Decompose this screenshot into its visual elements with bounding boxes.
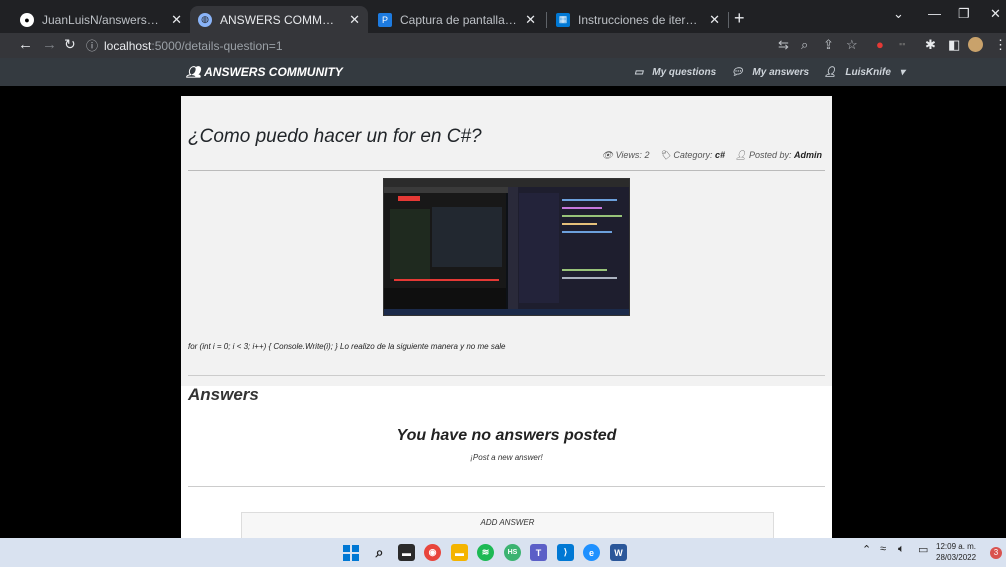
back-icon[interactable]: ←	[18, 36, 33, 53]
battery-icon[interactable]: ▭	[918, 543, 928, 556]
divider	[188, 486, 825, 487]
extensions-puzzle-icon[interactable]: ✱	[925, 37, 936, 53]
screenshot-thumbnail-graphic	[384, 179, 629, 315]
no-answers-title: You have no answers posted	[396, 427, 617, 444]
spotify-icon[interactable]: ≋	[477, 544, 494, 561]
reload-icon[interactable]: ↻	[64, 36, 76, 53]
forward-icon[interactable]: →	[42, 36, 57, 53]
question-attached-image	[383, 178, 630, 316]
add-answer-panel-header: ADD ANSWER	[241, 512, 774, 538]
user-menu[interactable]: 👤︎ LuisKnife ▾	[824, 67, 911, 78]
tab-separator	[728, 12, 729, 28]
close-window-icon[interactable]: ✕	[990, 6, 1001, 22]
share-icon[interactable]: ⇪	[823, 37, 834, 53]
tags-icon: 🏷︎	[659, 150, 671, 160]
answers-heading: Answers	[188, 385, 259, 404]
file-explorer-icon[interactable]: ▬	[451, 544, 468, 561]
clock-date: 28/03/2022	[936, 553, 977, 562]
tab-github[interactable]: ● JuanLuisN/answers_community ✕	[12, 6, 190, 33]
extension-icon[interactable]: ▪▪	[899, 39, 905, 49]
bookmark-star-icon[interactable]: ☆	[846, 37, 858, 53]
windows-taskbar: ⌕ ▬ ◉ ▬ ≋ HS T ⟩ e W ⌃ ≈ 🔈︎ ▭ 12:09 a. m…	[0, 538, 1006, 567]
azure-devops-icon: ▦	[556, 12, 570, 27]
github-icon: ●	[20, 12, 34, 27]
main-content: ¿Como puedo hacer un for en C#? 👁︎ Views…	[181, 96, 832, 538]
minimize-icon[interactable]: —	[928, 6, 941, 21]
postimg-icon: P	[378, 12, 392, 27]
notification-badge[interactable]: 3	[990, 547, 1002, 559]
side-panel-icon[interactable]: ◧	[948, 37, 960, 53]
category-value: c#	[714, 150, 725, 160]
eye-icon: 👁︎	[601, 150, 614, 160]
caret-down-icon: ▾	[899, 67, 905, 78]
question-meta: 👁︎ Views: 2 🏷︎ Category: c# 👤︎ Posted by…	[601, 150, 822, 160]
edge-icon[interactable]: e	[583, 544, 600, 561]
close-tab-icon[interactable]: ✕	[171, 12, 182, 28]
teams-icon[interactable]: T	[530, 544, 547, 561]
tab-answers-community[interactable]: ◍ ANSWERS COMMUNITY ✕	[190, 6, 368, 33]
comments-icon: 💬︎	[730, 67, 744, 78]
site-navbar: 👥︎ ANSWERS COMMUNITY ▭ My questions 💬︎ M…	[0, 58, 1006, 86]
site-info-icon[interactable]: ⓘ	[86, 37, 98, 54]
browser-toolbar: ← → ↻ ⓘ localhost:5000/details-question=…	[0, 33, 1006, 58]
word-icon[interactable]: W	[610, 544, 627, 561]
users-icon: 👥︎	[186, 65, 202, 79]
tab-postimg[interactable]: P Captura de pantalla (2) — Postim ✕	[370, 6, 544, 33]
globe-icon: ◍	[198, 12, 212, 27]
inbox-icon: ▭	[634, 67, 644, 78]
search-icon[interactable]: ⌕	[371, 544, 388, 561]
nav-my-answers[interactable]: 💬︎ My answers	[731, 67, 815, 78]
volume-icon[interactable]: 🔈︎	[898, 543, 905, 556]
browser-tab-strip: ● JuanLuisN/answers_community ✕ ◍ ANSWER…	[0, 0, 1006, 33]
close-tab-icon[interactable]: ✕	[349, 12, 360, 28]
user-icon: 👤︎	[823, 67, 837, 78]
wifi-icon[interactable]: ≈	[880, 543, 886, 555]
task-view-icon[interactable]: ▬	[398, 544, 415, 561]
address-bar[interactable]: ⓘ localhost:5000/details-question=1	[86, 35, 466, 56]
system-clock[interactable]: 12:09 a. m. 28/03/2022	[936, 541, 976, 563]
chrome-icon[interactable]: ◉	[424, 544, 441, 561]
tab-separator	[546, 12, 547, 28]
close-tab-icon[interactable]: ✕	[525, 12, 536, 28]
posted-by-value: Admin	[794, 150, 822, 160]
question-card: ¿Como puedo hacer un for en C#? 👁︎ Views…	[181, 96, 832, 386]
nav-my-questions[interactable]: ▭ My questions	[634, 67, 722, 78]
vscode-icon[interactable]: ⟩	[557, 544, 574, 561]
hs-app-icon[interactable]: HS	[504, 544, 521, 561]
close-tab-icon[interactable]: ✕	[709, 12, 720, 28]
new-tab-icon[interactable]: +	[734, 8, 745, 29]
question-title: ¿Como puedo hacer un for en C#?	[188, 126, 482, 147]
url-host: localhost	[104, 38, 152, 53]
divider	[188, 375, 825, 376]
question-body: for (int i = 0; i < 3; i++) { Console.Wr…	[188, 342, 506, 351]
site-brand[interactable]: 👥︎ ANSWERS COMMUNITY	[186, 65, 343, 79]
extension-shield-icon[interactable]: ●	[876, 37, 884, 52]
tab-azure-devops[interactable]: ▦ Instrucciones de iteración: refere ✕	[548, 6, 728, 33]
navbar-links: ▭ My questions 💬︎ My answers 👤︎ LuisKnif…	[634, 67, 917, 78]
url-path: :5000/details-question=1	[151, 38, 283, 53]
restore-icon[interactable]: ❐	[958, 6, 970, 22]
profile-avatar[interactable]	[968, 37, 983, 52]
divider	[188, 170, 825, 171]
show-hidden-icons-icon[interactable]: ⌃	[862, 543, 871, 556]
tab-search-icon[interactable]: ⌄	[893, 6, 904, 22]
user-icon: 👤︎	[735, 150, 747, 160]
clock-time: 12:09 a. m.	[936, 542, 977, 551]
post-new-answer-link[interactable]: ¡Post a new answer!	[181, 453, 832, 462]
zoom-icon[interactable]: ⌕	[801, 37, 808, 53]
menu-kebab-icon[interactable]: ⋮	[994, 37, 1006, 53]
translate-icon[interactable]: ⇆	[778, 37, 789, 53]
windows-start-icon[interactable]	[342, 544, 359, 561]
views-count: 2	[644, 150, 650, 160]
